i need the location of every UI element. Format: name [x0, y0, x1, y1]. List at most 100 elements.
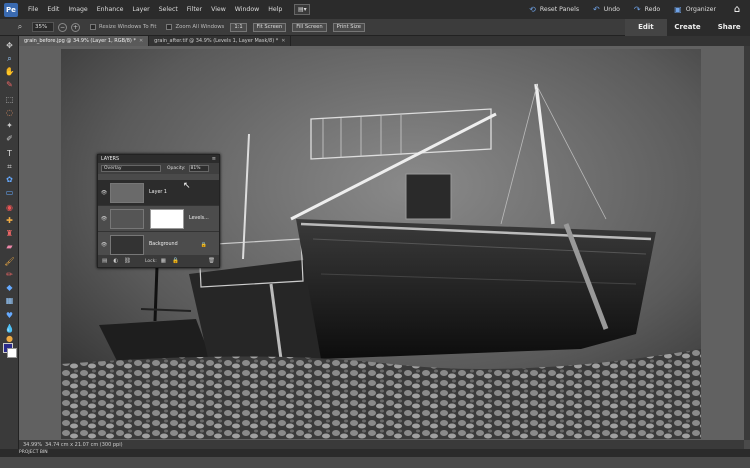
- layer-name: Layer 1: [149, 190, 167, 195]
- document-size-info: 34.74 cm x 21.07 cm (300 ppi): [45, 441, 123, 448]
- menu-bar: Pe File Edit Image Enhance Layer Select …: [0, 0, 750, 19]
- organizer-button[interactable]: ▣ Organizer: [674, 5, 716, 14]
- layer-mask-thumbnail: [150, 208, 184, 229]
- menu-layer[interactable]: Layer: [132, 6, 149, 13]
- project-bin-tray: [0, 457, 750, 468]
- menu-file[interactable]: File: [28, 6, 38, 13]
- layer-name: Background: [149, 242, 178, 247]
- status-bar: 34.99% 34.74 cm x 21.07 cm (300 ppi): [19, 440, 744, 449]
- screen-mode-icon[interactable]: ▤▾: [294, 4, 311, 15]
- redo-button[interactable]: ↷ Redo: [634, 5, 660, 14]
- checkbox-box: [90, 24, 96, 30]
- tab-create[interactable]: Create: [667, 19, 709, 36]
- layer-row-levels[interactable]: 👁 Levels...: [98, 206, 219, 232]
- blend-mode-value: Overlay: [104, 166, 122, 171]
- menu-edit[interactable]: Edit: [47, 6, 59, 13]
- link-layers-icon[interactable]: ⛓: [124, 258, 131, 264]
- visibility-eye-icon[interactable]: 👁: [100, 232, 108, 257]
- menu-view[interactable]: View: [211, 6, 226, 13]
- move-tool-icon[interactable]: ✥: [4, 40, 15, 51]
- straighten-tool-icon[interactable]: ▭: [4, 187, 15, 198]
- visibility-eye-icon[interactable]: 👁: [100, 180, 108, 205]
- print-size-button[interactable]: Print Size: [332, 22, 365, 32]
- smart-brush-tool-icon[interactable]: ✏: [4, 269, 15, 280]
- lock-transparent-icon[interactable]: ▦: [161, 258, 166, 264]
- new-layer-icon[interactable]: ▤: [102, 258, 107, 264]
- menu-select[interactable]: Select: [159, 6, 178, 13]
- project-bin-toggle[interactable]: PROJECT BIN: [19, 449, 48, 457]
- eyedropper-tool-icon[interactable]: ✎: [4, 79, 15, 90]
- lock-label: Lock:: [145, 258, 157, 264]
- layers-options-row: Overlay Opacity: 81%: [98, 163, 219, 174]
- actual-pixels-button[interactable]: 1:1: [230, 22, 247, 32]
- opacity-field[interactable]: 81%: [188, 165, 209, 172]
- brush-tool-icon[interactable]: 🖌: [4, 256, 15, 267]
- reset-panels-button[interactable]: ⟲ Reset Panels: [529, 5, 579, 14]
- redo-icon: ↷: [633, 5, 641, 14]
- menu-image[interactable]: Image: [68, 6, 87, 13]
- shape-tool-icon[interactable]: ♥: [4, 310, 15, 321]
- type-tool-icon[interactable]: T: [4, 148, 15, 159]
- lock-all-icon[interactable]: 🔒: [172, 258, 179, 264]
- tab-share[interactable]: Share: [708, 19, 750, 36]
- toolbox: ✥ ⌕ ✋ ✎ ⬚ ◌ ✦ ✐ T ⌗ ✿ ▭ ◉ ✚ ♜ ▰ 🖌 ✏ ◆ ▦ …: [0, 36, 19, 456]
- paint-bucket-tool-icon[interactable]: ◆: [4, 282, 15, 293]
- home-icon[interactable]: ⌂: [730, 3, 744, 17]
- tool-options-bar: ⌕ 35% − + Resize Windows To Fit Zoom All…: [0, 19, 625, 36]
- delete-layer-icon[interactable]: 🗑: [208, 258, 215, 264]
- fit-screen-button[interactable]: Fit Screen: [252, 22, 287, 32]
- menu-filter[interactable]: Filter: [187, 6, 202, 13]
- background-color-swatch[interactable]: [7, 348, 17, 358]
- hand-tool-icon[interactable]: ✋: [4, 66, 15, 77]
- blend-mode-dropdown[interactable]: Overlay: [101, 165, 161, 172]
- marquee-tool-icon[interactable]: ⬚: [4, 94, 15, 105]
- menu-window[interactable]: Window: [235, 6, 259, 13]
- crop-tool-icon[interactable]: ⌗: [4, 161, 15, 172]
- resize-windows-checkbox[interactable]: Resize Windows To Fit: [90, 24, 156, 30]
- document-tab-before[interactable]: grain_before.jpg @ 34.9% (Layer 1, RGB/8…: [19, 36, 150, 46]
- vertical-scrollbar[interactable]: [744, 46, 750, 440]
- reset-panels-label: Reset Panels: [539, 6, 580, 13]
- status-zoom[interactable]: 34.99%: [19, 442, 42, 448]
- zoom-in-icon[interactable]: +: [71, 22, 80, 32]
- close-icon[interactable]: ✕: [139, 36, 143, 46]
- close-icon[interactable]: ✕: [281, 36, 285, 46]
- checkbox-box: [166, 24, 173, 30]
- reset-panels-icon: ⟲: [529, 5, 536, 14]
- gradient-tool-icon[interactable]: ▦: [4, 295, 15, 306]
- layer-name: Levels...: [189, 216, 209, 221]
- zoom-tool-icon: ⌕: [17, 22, 23, 31]
- project-bin-label: PROJECT BIN: [19, 450, 48, 455]
- zoom-all-windows-label: Zoom All Windows: [175, 24, 225, 30]
- red-eye-tool-icon[interactable]: ◉: [4, 202, 15, 213]
- magic-wand-tool-icon[interactable]: ✦: [4, 120, 15, 131]
- zoom-all-windows-checkbox[interactable]: Zoom All Windows: [166, 24, 224, 30]
- zoom-level-field[interactable]: 35%: [32, 22, 54, 32]
- document-tabs: grain_before.jpg @ 34.9% (Layer 1, RGB/8…: [19, 36, 750, 46]
- menu-enhance[interactable]: Enhance: [97, 6, 124, 13]
- document-tab-label: grain_after.tif @ 34.9% (Levels 1, Layer…: [154, 38, 279, 44]
- document-tab-after[interactable]: grain_after.tif @ 34.9% (Levels 1, Layer…: [149, 36, 292, 46]
- lasso-tool-icon[interactable]: ◌: [4, 107, 15, 118]
- zoom-out-icon[interactable]: −: [58, 22, 67, 32]
- new-adjustment-layer-icon[interactable]: ◐: [113, 258, 118, 264]
- layer-thumbnail: [110, 234, 144, 255]
- lock-icon: 🔒: [200, 241, 207, 248]
- fill-screen-button[interactable]: Fill Screen: [292, 22, 327, 32]
- visibility-eye-icon[interactable]: 👁: [100, 206, 108, 231]
- zoom-tool-icon[interactable]: ⌕: [4, 53, 15, 64]
- menu-help[interactable]: Help: [268, 6, 282, 13]
- panel-menu-icon[interactable]: ≡: [212, 156, 216, 162]
- layer-row-layer-1[interactable]: 👁 Layer 1: [98, 180, 219, 206]
- eraser-tool-icon[interactable]: ▰: [4, 241, 15, 252]
- app-logo-icon: Pe: [4, 2, 18, 17]
- quick-selection-tool-icon[interactable]: ✐: [4, 133, 15, 144]
- cookie-cutter-tool-icon[interactable]: ✿: [4, 174, 15, 185]
- layers-panel-title: LAYERS: [101, 156, 120, 162]
- healing-brush-tool-icon[interactable]: ✚: [4, 215, 15, 226]
- undo-button[interactable]: ↶ Undo: [593, 5, 620, 14]
- layer-thumbnail: [110, 182, 144, 203]
- clone-stamp-tool-icon[interactable]: ♜: [4, 228, 15, 239]
- tab-edit[interactable]: Edit: [625, 19, 667, 36]
- layers-panel-header[interactable]: LAYERS ≡: [98, 155, 219, 163]
